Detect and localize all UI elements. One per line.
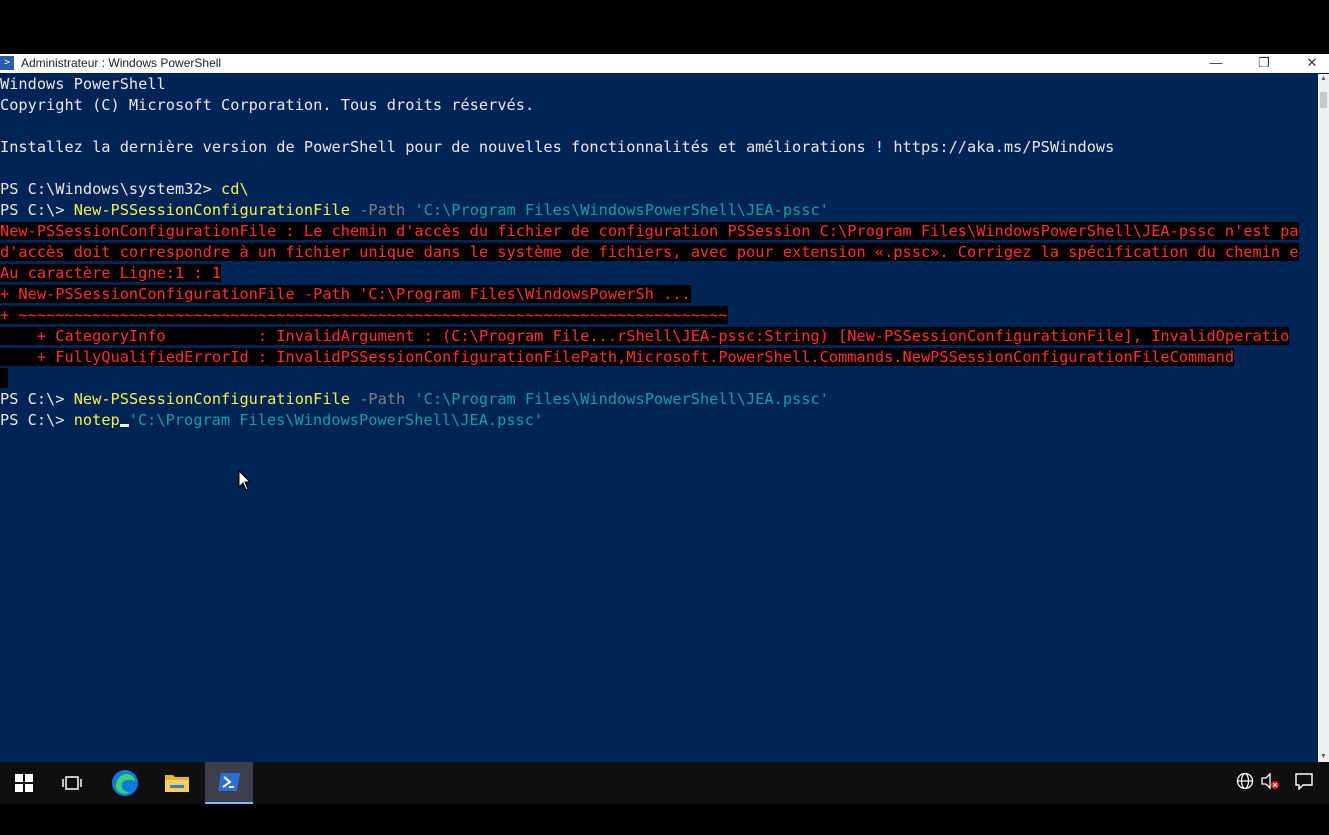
console-line: PS C:\> New-PSSessionConfigurationFile -… — [0, 389, 829, 410]
start-icon — [15, 774, 33, 792]
current-input-line[interactable]: PS C:\> notep 'C:\Program Files\WindowsPo… — [0, 410, 543, 431]
text-cursor — [119, 424, 129, 427]
error-line: + CategoryInfo : InvalidArgument : (C:\P… — [0, 326, 1290, 347]
prompt: PS C:\> — [0, 411, 74, 429]
command-text: cd\ — [221, 180, 249, 198]
string-argument: 'C:\Program Files\WindowsPowerShell\JEA.… — [414, 390, 829, 408]
error-line: + ~~~~~~~~~~~~~~~~~~~~~~~~~~~~~~~~~~~~~~… — [0, 305, 728, 326]
powershell-icon — [218, 773, 240, 791]
mouse-pointer-icon — [238, 470, 252, 491]
console-line: PS C:\> New-PSSessionConfigurationFile -… — [0, 200, 829, 221]
console-line: Windows PowerShell — [0, 74, 166, 95]
console-line: PS C:\Windows\system32> cd\ — [0, 179, 249, 200]
file-explorer-button[interactable] — [153, 762, 201, 804]
task-view-button[interactable] — [48, 762, 96, 804]
minimize-button[interactable]: — — [1196, 54, 1236, 73]
maximize-button[interactable]: ❐ — [1244, 54, 1284, 73]
powershell-taskbar-button[interactable] — [205, 762, 253, 804]
console-line: Installez la dernière version de PowerSh… — [0, 137, 1114, 158]
error-line: d'accès doit correspondre à un fichier u… — [0, 242, 1299, 263]
edge-button[interactable] — [101, 762, 149, 804]
prompt: PS C:\> — [0, 201, 74, 219]
scroll-up-arrow-icon[interactable]: ▲ — [1318, 74, 1329, 84]
error-line: Au caractère Ligne:1 : 1 — [0, 263, 222, 284]
parameter-text: -Path — [349, 201, 415, 219]
edge-icon — [112, 770, 138, 796]
network-icon[interactable] — [1234, 772, 1256, 794]
error-line: + New-PSSessionConfigurationFile -Path '… — [0, 284, 691, 305]
error-line: + FullyQualifiedErrorId : InvalidPSSessi… — [0, 347, 1235, 368]
string-argument: 'C:\Program Files\WindowsPowerShell\JEA-… — [414, 201, 829, 219]
console-output[interactable]: Windows PowerShell Copyright (C) Microso… — [0, 74, 1318, 762]
console-line: Copyright (C) Microsoft Corporation. Tou… — [0, 95, 534, 116]
command-input[interactable]: notep — [74, 411, 120, 429]
selection-marker — [0, 368, 8, 388]
window-title: Administrateur : Windows PowerShell — [21, 56, 222, 70]
prompt: PS C:\> — [0, 390, 74, 408]
command-text: New-PSSessionConfigurationFile — [73, 201, 350, 219]
error-text: d'accès doit correspondre à un fichier u… — [0, 243, 1299, 261]
command-text: New-PSSessionConfigurationFile — [73, 390, 350, 408]
powershell-window: > Administrateur : Windows PowerShell — … — [0, 54, 1329, 762]
copyright-text: Copyright (C) Microsoft Corporation. Tou… — [0, 96, 535, 114]
error-text: + CategoryInfo : InvalidArgument : (C:\P… — [0, 327, 1290, 345]
file-explorer-icon — [165, 775, 189, 792]
volume-muted-icon[interactable] — [1259, 772, 1281, 794]
error-text: + FullyQualifiedErrorId : InvalidPSSessi… — [0, 348, 1235, 366]
title-bar[interactable]: > Administrateur : Windows PowerShell — … — [0, 54, 1329, 73]
taskbar — [0, 762, 1329, 804]
notifications-icon[interactable] — [1293, 772, 1315, 794]
close-button[interactable]: ✕ — [1292, 54, 1329, 73]
task-view-icon — [62, 776, 82, 790]
parameter-text: -Path — [349, 390, 415, 408]
error-text: New-PSSessionConfigurationFile : Le chem… — [0, 222, 1299, 240]
banner-text: Windows PowerShell — [0, 75, 166, 93]
error-text: + ~~~~~~~~~~~~~~~~~~~~~~~~~~~~~~~~~~~~~~… — [0, 306, 728, 324]
update-notice-text: Installez la dernière version de PowerSh… — [0, 138, 1115, 156]
vertical-scrollbar[interactable]: ▲ ▼ — [1318, 74, 1329, 762]
scroll-down-arrow-icon[interactable]: ▼ — [1318, 752, 1329, 762]
error-text: + New-PSSessionConfigurationFile -Path '… — [0, 285, 691, 303]
start-button[interactable] — [0, 762, 48, 804]
error-text: Au caractère Ligne:1 : 1 — [0, 264, 222, 282]
scroll-thumb[interactable] — [1320, 92, 1327, 108]
powershell-title-icon: > — [0, 56, 14, 70]
prompt: PS C:\Windows\system32> — [0, 180, 222, 198]
autocomplete-suggestion: 'C:\Program Files\WindowsPowerShell\JEA.… — [128, 411, 544, 429]
error-line: New-PSSessionConfigurationFile : Le chem… — [0, 221, 1299, 242]
